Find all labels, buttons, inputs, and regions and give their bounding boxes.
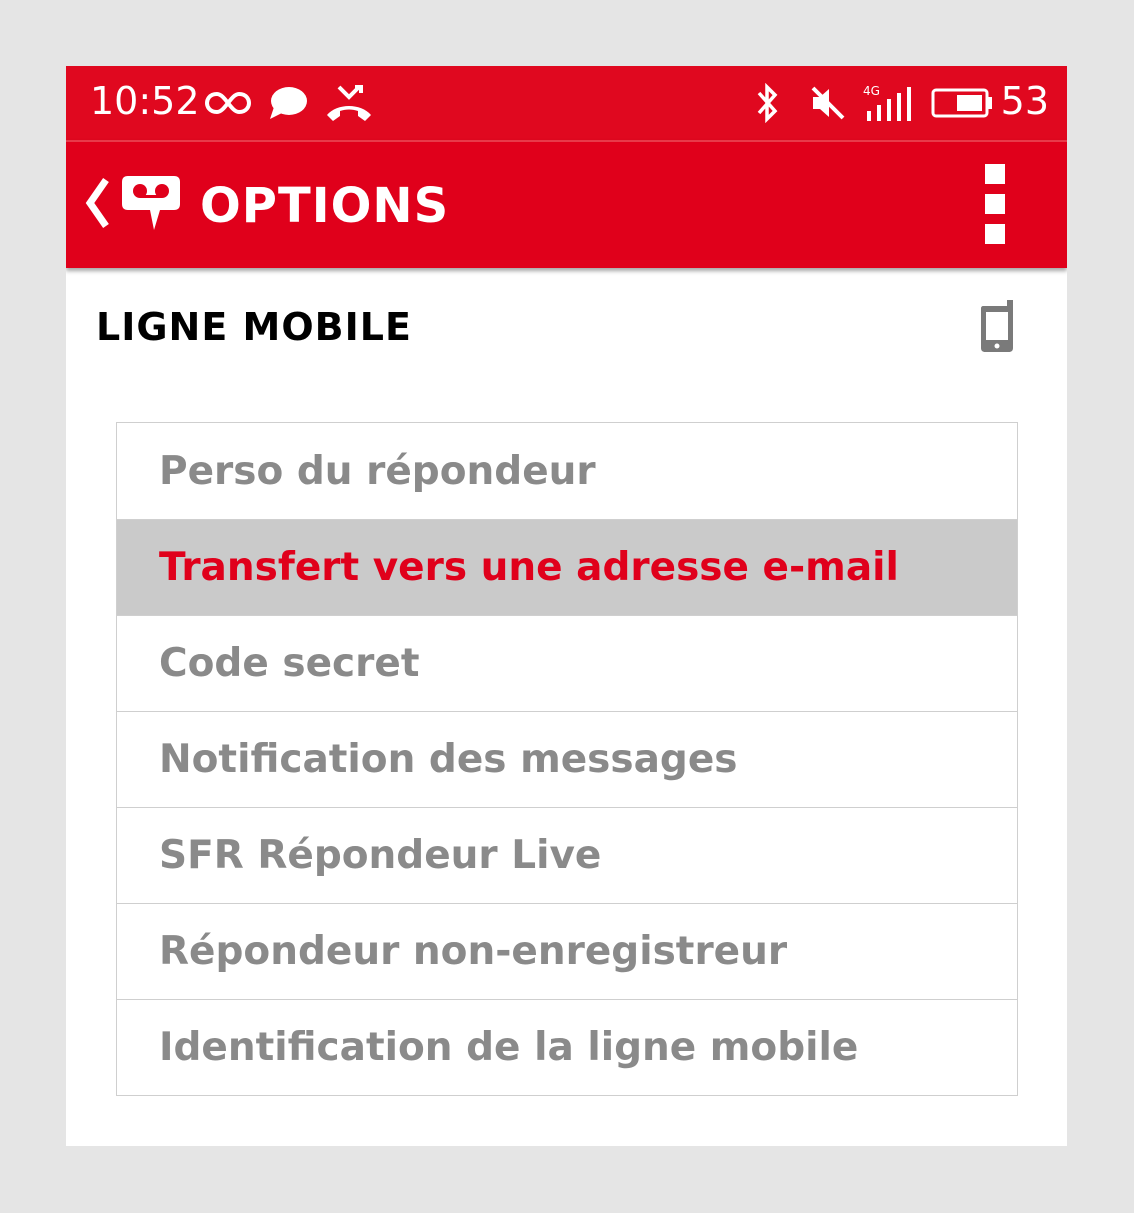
menu-item-sfr-repondeur-live[interactable]: SFR Répondeur Live — [117, 807, 1017, 903]
bluetooth-icon — [752, 66, 784, 140]
infinity-icon — [204, 66, 252, 140]
app-bar: OPTIONS — [66, 140, 1067, 268]
mute-icon — [808, 66, 848, 140]
menu-item-transfert-email[interactable]: Transfert vers une adresse e-mail — [117, 519, 1017, 615]
section-title: LIGNE MOBILE — [96, 305, 412, 349]
menu-item-code-secret[interactable]: Code secret — [117, 615, 1017, 711]
back-button[interactable] — [84, 172, 184, 238]
options-menu-list: Perso du répondeur Transfert vers une ad… — [116, 422, 1018, 1096]
status-bar: 10:52 4G 53 — [66, 66, 1067, 140]
signal-icon: 4G — [862, 66, 918, 140]
menu-item-notification-messages[interactable]: Notification des messages — [117, 711, 1017, 807]
chat-bubble-icon — [266, 66, 310, 140]
battery-percent: 53 — [1000, 79, 1049, 123]
section-header: LIGNE MOBILE — [66, 268, 1067, 388]
phone-screen: 10:52 4G 53 OPTIONS LIGNE MOBILE Perso d… — [66, 66, 1067, 1146]
voicemail-logo-icon — [120, 174, 182, 236]
menu-item-perso-repondeur[interactable]: Perso du répondeur — [117, 423, 1017, 519]
menu-item-repondeur-non-enregistreur[interactable]: Répondeur non-enregistreur — [117, 903, 1017, 999]
missed-call-icon — [324, 66, 374, 140]
network-type-label: 4G — [863, 84, 880, 98]
mobile-phone-icon — [979, 298, 1015, 354]
status-time: 10:52 — [90, 79, 200, 123]
overflow-menu-icon[interactable] — [985, 164, 1007, 244]
chevron-left-icon — [84, 178, 110, 232]
page-title: OPTIONS — [200, 178, 450, 234]
battery-icon — [930, 66, 994, 140]
menu-item-identification-ligne[interactable]: Identification de la ligne mobile — [117, 999, 1017, 1095]
